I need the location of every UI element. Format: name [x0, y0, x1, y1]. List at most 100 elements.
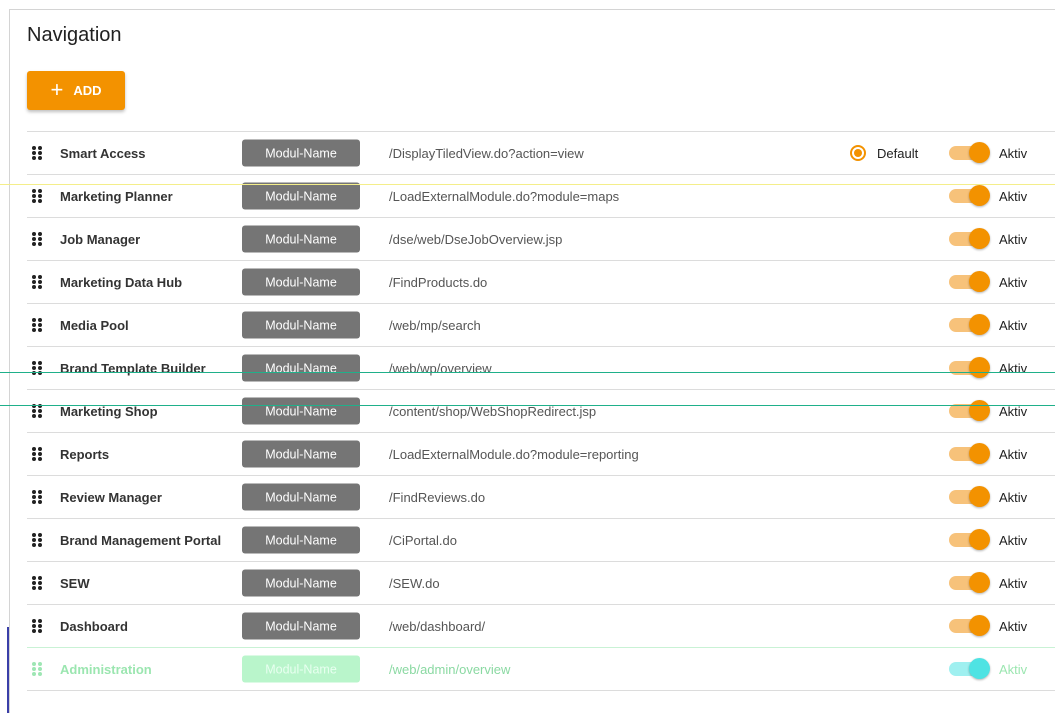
- plus-icon: +: [50, 76, 64, 102]
- row-url: /LoadExternalModule.do?module=maps: [389, 188, 620, 204]
- active-toggle[interactable]: [949, 486, 990, 508]
- module-name-button[interactable]: Modul-Name: [242, 139, 360, 167]
- row-name: Brand Template Builder: [60, 360, 206, 376]
- active-toggle[interactable]: [949, 658, 990, 680]
- active-toggle[interactable]: [949, 357, 990, 379]
- drag-handle-icon[interactable]: [32, 490, 42, 504]
- navigation-row[interactable]: Job Manager Modul-Name/dse/web/DseJobOver…: [27, 217, 1055, 260]
- drag-handle-icon[interactable]: [32, 447, 42, 461]
- navigation-row[interactable]: Marketing Data Hub Modul-Name/FindProduct…: [27, 260, 1055, 303]
- active-toggle[interactable]: [949, 271, 990, 293]
- add-button-label: ADD: [73, 83, 102, 98]
- active-toggle[interactable]: [949, 615, 990, 637]
- row-url: /FindProducts.do: [389, 274, 488, 290]
- drag-handle-icon[interactable]: [32, 232, 42, 246]
- active-label: Aktiv: [999, 274, 1028, 290]
- toggle-knob: [969, 443, 990, 464]
- toggle-knob: [969, 357, 990, 378]
- row-url: /web/dashboard/: [389, 618, 486, 634]
- drag-handle-icon[interactable]: [32, 619, 42, 633]
- active-toggle[interactable]: [949, 228, 990, 250]
- drag-handle-icon[interactable]: [32, 662, 42, 676]
- row-name: Review Manager: [60, 489, 162, 505]
- default-label: Default: [877, 145, 919, 161]
- navigation-row[interactable]: Brand Template Builder Modul-Name/web/wp/…: [27, 346, 1055, 389]
- active-toggle[interactable]: [949, 443, 990, 465]
- row-url: /LoadExternalModule.do?module=reporting: [389, 446, 639, 462]
- toggle-knob: [969, 486, 990, 507]
- default-radio[interactable]: [850, 145, 866, 161]
- navigation-row[interactable]: Smart Access Modul-Name/DisplayTiledView.…: [27, 131, 1055, 174]
- module-name-button[interactable]: Modul-Name: [242, 612, 360, 640]
- add-button[interactable]: + ADD: [27, 71, 125, 110]
- navigation-row[interactable]: SEW Modul-Name/SEW.do Aktiv: [27, 561, 1055, 604]
- module-name-button[interactable]: Modul-Name: [242, 526, 360, 554]
- active-toggle[interactable]: [949, 314, 990, 336]
- navigation-row[interactable]: Media Pool Modul-Name/web/mp/search Aktiv: [27, 303, 1055, 346]
- navigation-row[interactable]: Reports Modul-Name/LoadExternalModule.do?…: [27, 432, 1055, 475]
- row-name: Marketing Planner: [60, 188, 173, 204]
- navigation-row[interactable]: Review Manager Modul-Name/FindReviews.do A…: [27, 475, 1055, 518]
- drag-handle-icon[interactable]: [32, 189, 42, 203]
- row-url: /web/wp/overview: [389, 360, 492, 376]
- active-toggle[interactable]: [949, 142, 990, 164]
- active-toggle[interactable]: [949, 529, 990, 551]
- row-name: Brand Management Portal: [60, 532, 222, 548]
- module-name-button[interactable]: Modul-Name: [242, 268, 360, 296]
- module-name-button[interactable]: Modul-Name: [242, 483, 360, 511]
- toggle-knob: [969, 658, 990, 679]
- toggle-knob: [969, 142, 990, 163]
- row-name: SEW: [60, 575, 90, 591]
- row-name: Smart Access: [60, 145, 146, 161]
- navigation-row[interactable]: Marketing Planner Modul-Name/LoadExternal…: [27, 174, 1055, 217]
- module-name-button[interactable]: Modul-Name: [242, 311, 360, 339]
- drag-handle-icon[interactable]: [32, 318, 42, 332]
- active-toggle[interactable]: [949, 572, 990, 594]
- navigation-list: Smart Access Modul-Name/DisplayTiledView.…: [27, 131, 1055, 691]
- drag-handle-icon[interactable]: [32, 275, 42, 289]
- navigation-row[interactable]: Brand Management Portal Modul-Name/CiPort…: [27, 518, 1055, 561]
- drag-handle-icon[interactable]: [32, 576, 42, 590]
- row-url: /SEW.do: [389, 575, 440, 591]
- active-label: Aktiv: [999, 317, 1028, 333]
- module-name-button[interactable]: Modul-Name: [242, 655, 360, 683]
- drag-guide-line: [0, 372, 1055, 373]
- active-label: Aktiv: [999, 188, 1028, 204]
- default-option[interactable]: Default: [850, 145, 918, 161]
- drag-handle-icon[interactable]: [32, 146, 42, 160]
- active-label: Aktiv: [999, 231, 1028, 247]
- toggle-knob: [969, 400, 990, 421]
- active-toggle[interactable]: [949, 185, 990, 207]
- drag-handle-icon[interactable]: [32, 533, 42, 547]
- row-url: /CiPortal.do: [389, 532, 457, 548]
- navigation-row[interactable]: Administration Modul-Name/web/admin/overv…: [27, 647, 1055, 691]
- row-name: Administration: [60, 661, 152, 677]
- navigation-row[interactable]: Marketing Shop Modul-Name/content/shop/We…: [27, 389, 1055, 432]
- toggle-knob: [969, 572, 990, 593]
- module-name-button[interactable]: Modul-Name: [242, 397, 360, 425]
- row-url: /FindReviews.do: [389, 489, 486, 505]
- active-toggle[interactable]: [949, 400, 990, 422]
- toggle-knob: [969, 615, 990, 636]
- module-name-button[interactable]: Modul-Name: [242, 182, 360, 210]
- module-name-button[interactable]: Modul-Name: [242, 225, 360, 253]
- active-label: Aktiv: [999, 532, 1028, 548]
- toggle-knob: [969, 228, 990, 249]
- drag-handle-icon[interactable]: [32, 404, 42, 418]
- row-name: Marketing Data Hub: [60, 274, 183, 290]
- drag-indicator: [7, 627, 9, 713]
- active-label: Aktiv: [999, 489, 1028, 505]
- navigation-row[interactable]: Dashboard Modul-Name/web/dashboard/Aktiv: [27, 604, 1055, 647]
- page-title: Navigation: [27, 24, 122, 46]
- active-label: Aktiv: [999, 446, 1028, 462]
- module-name-button[interactable]: Modul-Name: [242, 440, 360, 468]
- row-name: Job Manager: [60, 231, 141, 247]
- module-name-button[interactable]: Modul-Name: [242, 569, 360, 597]
- toggle-knob: [969, 314, 990, 335]
- row-name: Media Pool: [60, 317, 129, 333]
- active-label: Aktiv: [999, 661, 1028, 677]
- active-label: Aktiv: [999, 575, 1028, 591]
- row-url: /DisplayTiledView.do?action=view: [389, 145, 584, 161]
- toggle-knob: [969, 185, 990, 206]
- module-name-button[interactable]: Modul-Name: [242, 354, 360, 382]
